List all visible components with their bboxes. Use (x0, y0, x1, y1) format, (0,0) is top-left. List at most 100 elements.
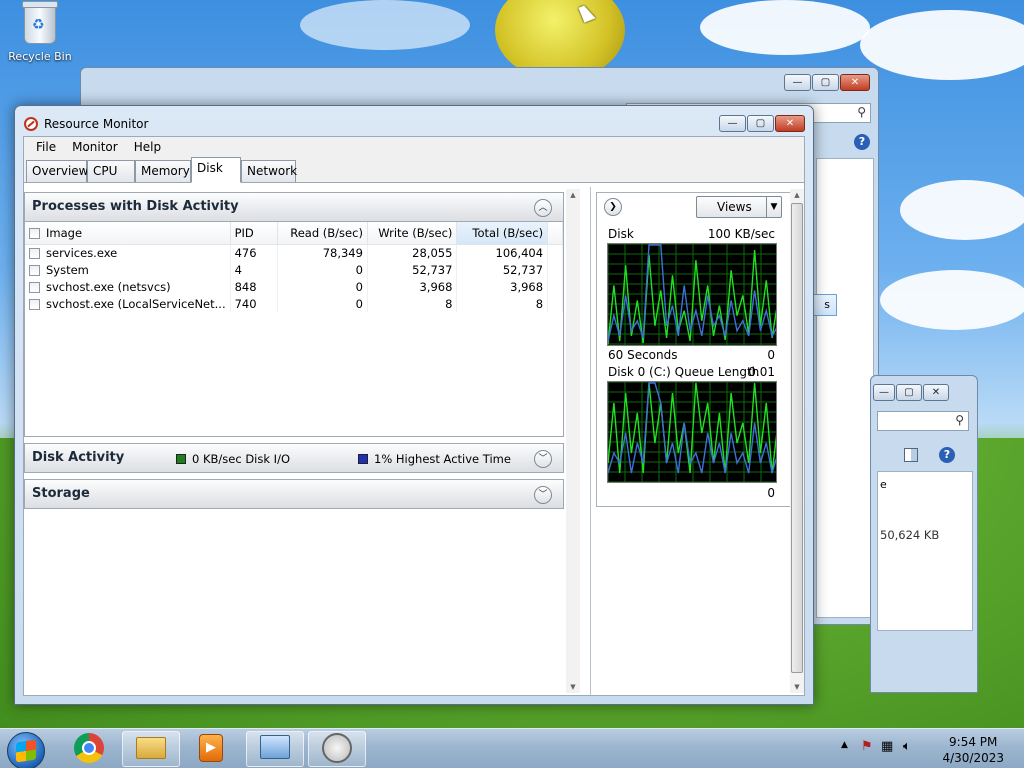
action-center-icon[interactable]: ⚑ (861, 739, 873, 754)
scroll-up-arrow-icon[interactable]: ▲ (790, 189, 804, 201)
folder-icon (136, 737, 166, 759)
processes-section-header[interactable]: Processes with Disk Activity ︿ (24, 192, 564, 222)
views-dropdown[interactable]: Views ▼ (696, 196, 782, 218)
process-image: services.exe (46, 245, 118, 260)
pane-icon[interactable] (904, 448, 918, 462)
taskbar: ▲ ⚑ ▦ 🔈︎ 9:54 PM 4/30/2023 (0, 728, 1024, 768)
maximize-button[interactable]: ▢ (896, 384, 922, 401)
select-all-checkbox[interactable] (29, 227, 40, 239)
resource-monitor-window[interactable]: Resource Monitor — ▢ ✕ File Monitor Help… (14, 105, 814, 705)
disk-io-legend: 0 KB/sec Disk I/O (176, 452, 290, 466)
scroll-up-arrow-icon[interactable]: ▲ (566, 189, 580, 201)
active-time-label: 1% Highest Active Time (374, 452, 511, 466)
column-image[interactable]: Image (25, 222, 231, 245)
scroll-down-arrow-icon[interactable]: ▼ (790, 681, 804, 693)
process-image-cell: svchost.exe (netsvcs) (25, 278, 231, 295)
close-button[interactable]: ✕ (840, 74, 870, 91)
process-checkbox[interactable] (29, 298, 40, 310)
cloud (900, 180, 1024, 240)
column-read[interactable]: Read (B/sec) (277, 222, 368, 245)
search-box[interactable]: ⚲ (877, 411, 969, 431)
scroll-thumb[interactable] (791, 203, 803, 673)
help-icon[interactable]: ? (939, 447, 955, 463)
show-hidden-icons-button[interactable]: ▲ (841, 740, 848, 750)
storage-section-title: Storage (32, 486, 90, 501)
minimize-button[interactable]: — (873, 384, 895, 401)
help-icon[interactable]: ? (854, 134, 870, 150)
table-row[interactable]: System 4 0 52,737 52,737 (25, 261, 563, 278)
title-bar[interactable]: Resource Monitor (24, 115, 148, 133)
media-player-icon (199, 734, 223, 762)
process-pid: 740 (230, 295, 278, 312)
close-button[interactable]: ✕ (775, 115, 805, 132)
process-read: 0 (277, 261, 368, 278)
process-checkbox[interactable] (29, 247, 40, 259)
menu-monitor[interactable]: Monitor (64, 140, 126, 154)
process-checkbox[interactable] (29, 281, 40, 293)
chrome-icon (74, 733, 104, 763)
disk-graph (607, 243, 777, 346)
chevron-down-icon[interactable]: ﹀ (534, 450, 552, 468)
tab-disk[interactable]: Disk (191, 157, 241, 183)
disk-activity-section-header[interactable]: Disk Activity 0 KB/sec Disk I/O 1% Highe… (24, 443, 564, 473)
close-button[interactable]: ✕ (923, 384, 949, 401)
row-spacer (547, 278, 563, 295)
process-image-cell: System (25, 261, 231, 278)
minimize-button[interactable]: — (784, 74, 811, 91)
process-total: 106,404 (456, 244, 549, 261)
menu-file[interactable]: File (28, 140, 64, 154)
column-image-label: Image (46, 225, 83, 240)
storage-section-header[interactable]: Storage ﹀ (24, 479, 564, 509)
process-pid: 848 (230, 278, 278, 295)
tab-network[interactable]: Network (241, 160, 297, 182)
process-read: 78,349 (277, 244, 368, 261)
collapse-graphs-button[interactable]: ❯ (604, 198, 622, 216)
column-total[interactable]: Total (B/sec) (456, 222, 549, 245)
graphs-frame: ❯ Views ▼ Disk 100 KB/sec 60 Seconds 0 D… (596, 192, 796, 507)
graphs-scrollbar[interactable]: ▲ ▼ (790, 189, 804, 693)
process-write: 28,055 (367, 244, 458, 261)
chevron-down-icon[interactable]: ﹀ (534, 486, 552, 504)
scroll-down-arrow-icon[interactable]: ▼ (566, 681, 580, 693)
system-tray: ▲ ⚑ ▦ 🔈︎ 9:54 PM 4/30/2023 (839, 729, 1024, 768)
window-caption-buttons: — ▢ ✕ (873, 384, 949, 401)
menu-help[interactable]: Help (126, 140, 169, 154)
row-spacer (547, 244, 563, 261)
start-button[interactable] (7, 732, 45, 768)
disk-graph-min: 0 (767, 348, 775, 362)
menu-bar: File Monitor Help (24, 137, 804, 157)
recycle-bin-shortcut[interactable]: ♻ Recycle Bin (8, 1, 72, 63)
column-pid[interactable]: PID (230, 222, 278, 245)
window-client-area: File Monitor Help Overview CPU Memory Di… (23, 136, 805, 696)
tab-overview[interactable]: Overview (26, 160, 89, 182)
processes-table: Image PID Read (B/sec) Write (B/sec) Tot… (25, 222, 563, 312)
maximize-button[interactable]: ▢ (747, 115, 774, 132)
maximize-button[interactable]: ▢ (812, 74, 839, 91)
window-title: Resource Monitor (44, 117, 149, 131)
tab-memory[interactable]: Memory (135, 160, 191, 182)
table-row[interactable]: svchost.exe (LocalServiceNet... 740 0 8 … (25, 295, 563, 312)
table-row[interactable]: svchost.exe (netsvcs) 848 0 3,968 3,968 (25, 278, 563, 295)
windows-logo-icon (16, 739, 36, 763)
minimize-button[interactable]: — (719, 115, 746, 132)
memory-value: 50,624 KB (880, 528, 940, 542)
left-pane-scrollbar[interactable]: ▲ ▼ (566, 189, 580, 693)
dropdown-arrow-icon[interactable]: ▼ (766, 197, 781, 217)
partial-text: e (880, 478, 887, 491)
process-checkbox[interactable] (29, 264, 40, 276)
processes-section-title: Processes with Disk Activity (32, 199, 239, 214)
network-icon[interactable]: ▦ (881, 739, 893, 754)
volume-icon[interactable]: 🔈︎ (903, 739, 911, 754)
partial-button-label: s (824, 298, 830, 311)
process-image-cell: svchost.exe (LocalServiceNet... (25, 295, 231, 312)
process-image: svchost.exe (LocalServiceNet... (46, 296, 226, 311)
table-row[interactable]: services.exe 476 78,349 28,055 106,404 (25, 244, 563, 261)
process-pid: 476 (230, 244, 278, 261)
tab-cpu[interactable]: CPU (87, 160, 135, 182)
clock[interactable]: 9:54 PM 4/30/2023 (942, 734, 1004, 766)
views-label: Views (717, 200, 752, 214)
background-window-right[interactable]: — ▢ ✕ ⚲ ? e 50,624 KB (870, 375, 978, 693)
chevron-up-icon[interactable]: ︿ (534, 199, 552, 217)
column-write[interactable]: Write (B/sec) (367, 222, 458, 245)
process-write: 3,968 (367, 278, 458, 295)
